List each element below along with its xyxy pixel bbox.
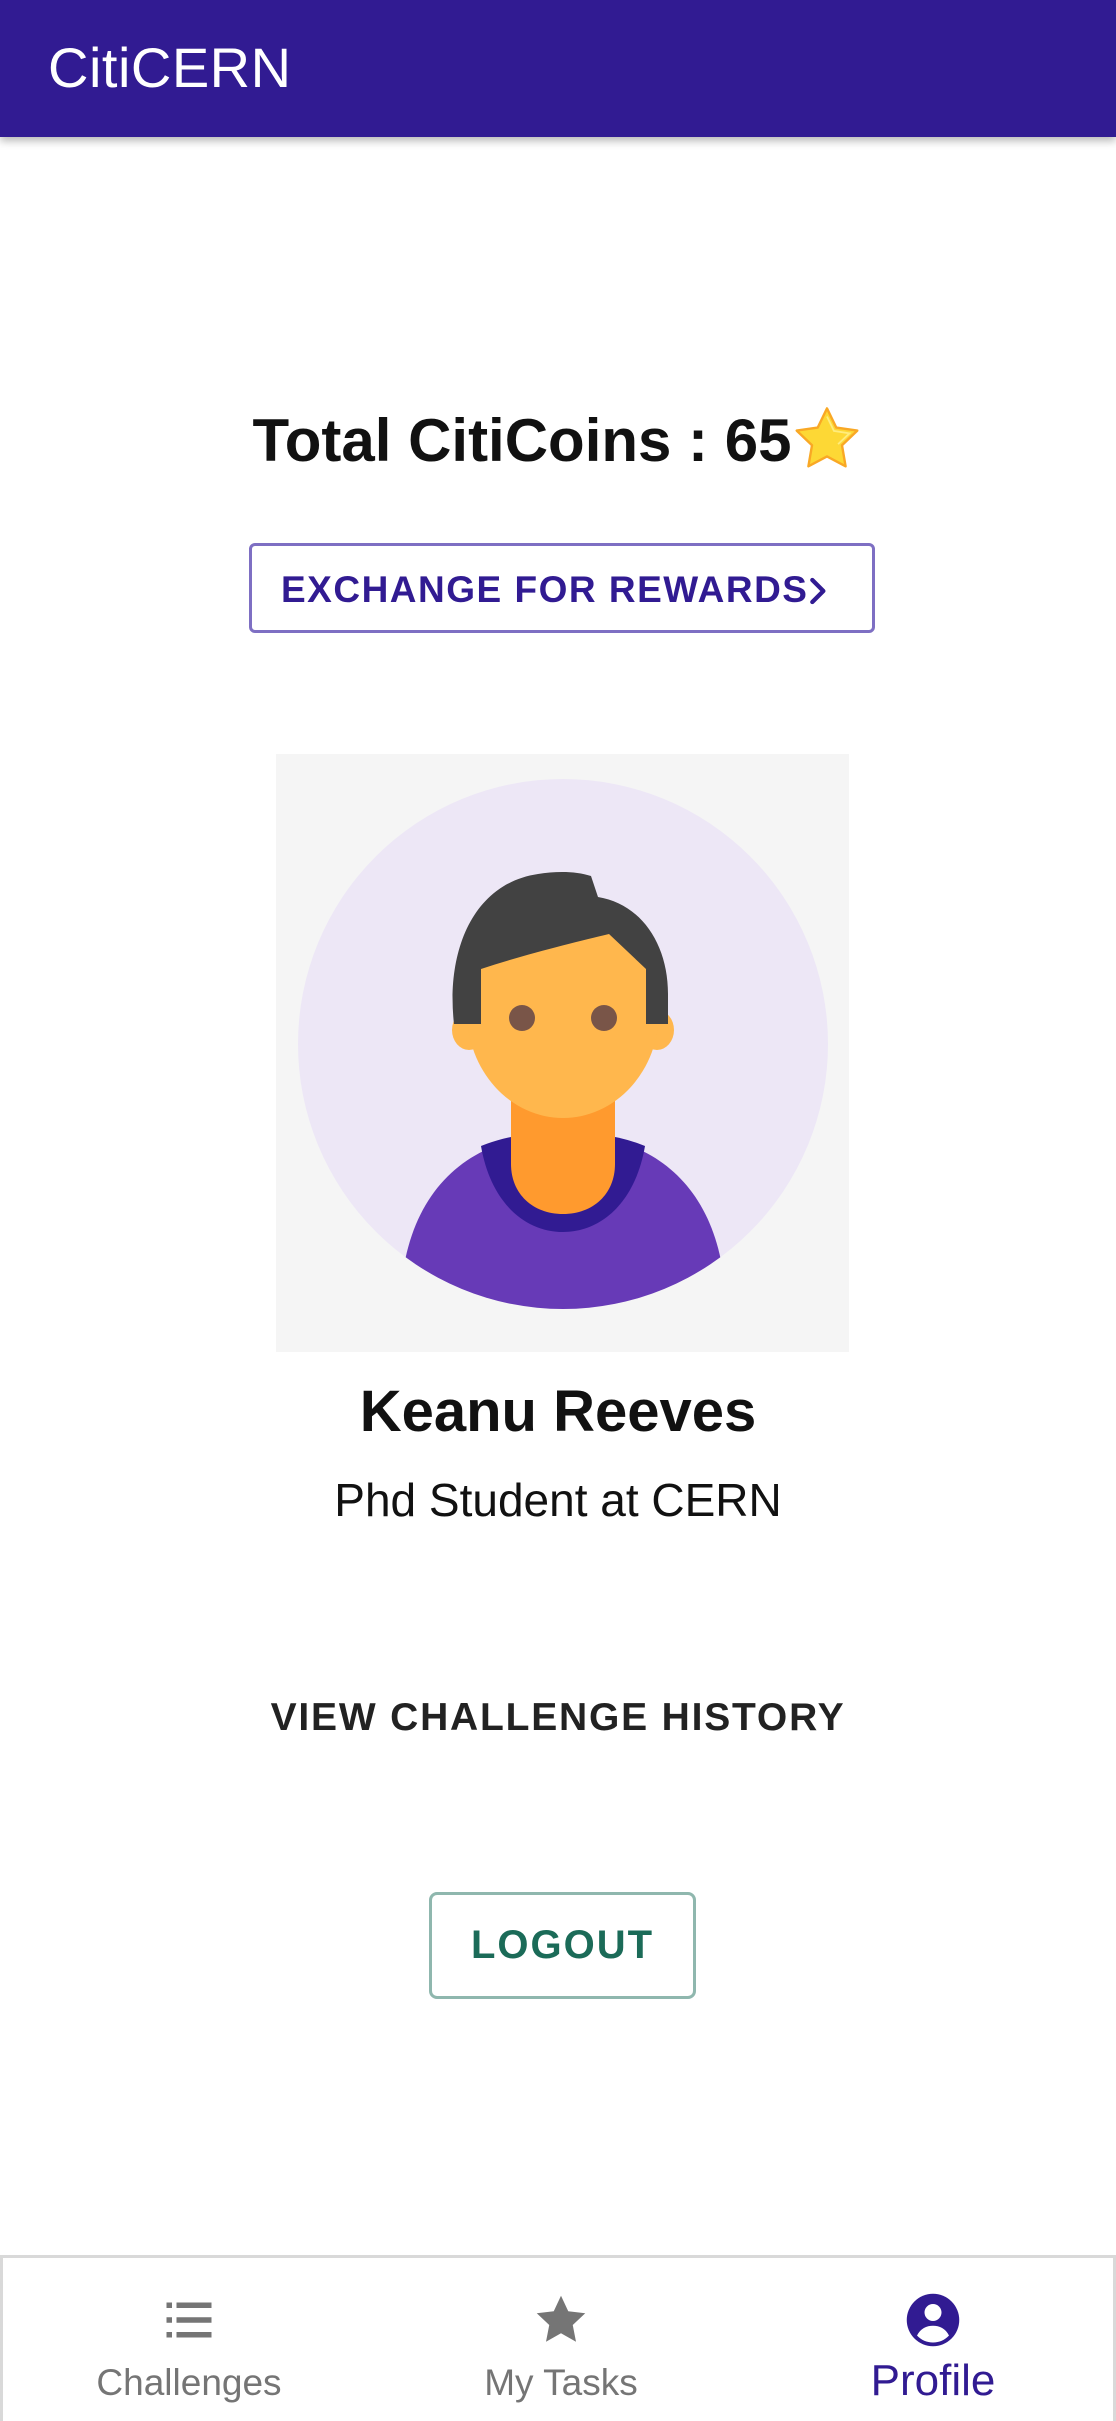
logout-button-label: LOGOUT — [470, 1923, 655, 1967]
app-title: CitiCERN — [48, 36, 292, 99]
nav-label-challenges: Challenges — [96, 2362, 282, 2403]
logout-button[interactable]: LOGOUT — [429, 1892, 696, 1999]
user-avatar-icon — [298, 779, 828, 1309]
bottom-navigation: Challenges My Tasks Profile — [0, 2255, 1116, 2421]
view-challenge-history-button[interactable]: VIEW CHALLENGE HISTORY — [0, 1690, 1116, 1746]
exchange-button-label: EXCHANGE FOR REWARDS — [281, 569, 809, 610]
list-icon — [166, 2302, 212, 2338]
account-circle-icon — [906, 2293, 960, 2347]
total-coins: Total CitiCoins : 65 — [0, 403, 1116, 479]
profile-screen: CitiCERN Total CitiCoins : 65 EXCHANGE F… — [0, 0, 1116, 2421]
chevron-right-icon — [810, 577, 826, 605]
nav-tab-profile[interactable]: Profile — [747, 2258, 1116, 2421]
avatar — [276, 754, 849, 1352]
nav-label-my-tasks: My Tasks — [484, 2362, 638, 2403]
user-role: Phd Student at CERN — [334, 1474, 782, 1526]
user-name: Keanu Reeves — [359, 1379, 757, 1444]
nav-tab-my-tasks[interactable]: My Tasks — [375, 2258, 747, 2421]
star-icon — [795, 407, 859, 468]
nav-label-profile: Profile — [870, 2356, 996, 2405]
nav-tab-challenges[interactable]: Challenges — [3, 2258, 375, 2421]
app-bar: CitiCERN — [0, 0, 1116, 137]
star-icon — [536, 2295, 586, 2342]
exchange-for-rewards-button[interactable]: EXCHANGE FOR REWARDS — [249, 543, 875, 633]
total-coins-label: Total CitiCoins : 65 — [252, 407, 792, 474]
